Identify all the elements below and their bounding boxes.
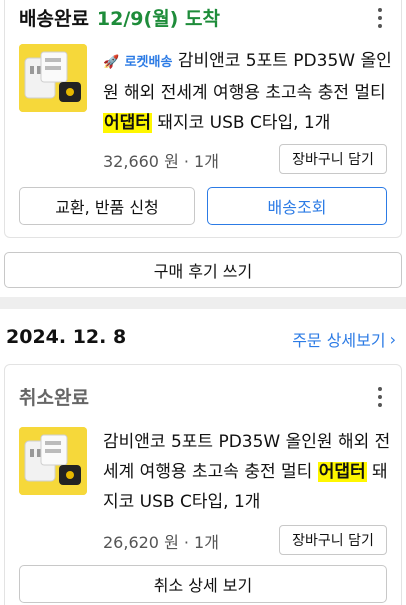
product-price: 26,620 원 · 1개 [103, 533, 219, 552]
cancel-status: 취소완료 [19, 387, 89, 409]
product-title-line3: 돼지코 USB C타입, 1개 [151, 113, 331, 133]
adapter-image [19, 427, 87, 495]
highlight-keyword: 어댑터 [103, 113, 152, 133]
rocket-icon: 🚀 [103, 55, 120, 70]
add-to-cart-button[interactable]: 장바구니 담기 [279, 144, 387, 174]
add-to-cart-button[interactable]: 장바구니 담기 [279, 525, 387, 555]
order-date: 2024. 12. 8 [6, 326, 127, 348]
delivery-status: 배송완료 [19, 8, 89, 30]
product-title[interactable]: 감비앤코 5포트 PD35W 올인원 해외 전 세계 여행용 초고속 충전 멀티… [103, 427, 390, 517]
highlight-keyword: 어댑터 [317, 462, 367, 482]
write-review-button[interactable]: 구매 후기 쓰기 [4, 252, 402, 288]
delivery-status-row: 배송완료 12/9(월) 도착 [19, 4, 220, 31]
product-thumbnail[interactable] [19, 44, 87, 112]
rocket-delivery-badge: 로켓배송 [124, 55, 173, 70]
chevron-right-icon: › [389, 329, 396, 349]
section-divider [0, 297, 406, 309]
order-card-delivered: 배송완료 12/9(월) 도착 🚀 로켓배송 감비앤코 5포트 PD35W 올인… [4, 0, 402, 238]
product-title-line1: 감비앤코 5포트 PD35W 올인원 해외 전 [103, 432, 391, 452]
product-price: 32,660 원 · 1개 [103, 152, 219, 171]
product-title-line2: 원 해외 전세계 여행용 초고속 충전 멀티 [103, 83, 386, 103]
cancel-detail-button[interactable]: 취소 상세 보기 [19, 565, 387, 603]
order-detail-label: 주문 상세보기 [292, 331, 386, 350]
product-thumbnail[interactable] [19, 427, 87, 495]
order-card-cancelled: 취소완료 감비앤코 5포트 PD35W 올인원 해외 전 세계 여행용 초고속 … [4, 364, 402, 605]
arrival-date: 12/9(월) 도착 [96, 8, 220, 30]
product-title-line3: 지코 USB C타입, 1개 [103, 492, 261, 512]
more-vertical-icon[interactable] [377, 387, 383, 407]
adapter-image [19, 44, 87, 112]
product-title-line2: 세계 여행용 초고속 충전 멀티 [103, 462, 318, 482]
order-detail-link[interactable]: 주문 상세보기 › [292, 327, 396, 351]
product-title-line1: 감비앤코 5포트 PD35W 올인 [177, 51, 392, 71]
more-vertical-icon[interactable] [377, 8, 383, 28]
exchange-return-button[interactable]: 교환, 반품 신청 [19, 187, 195, 225]
product-title-line2-end: 돼 [366, 462, 388, 482]
tracking-button[interactable]: 배송조회 [207, 187, 387, 225]
product-title[interactable]: 🚀 로켓배송 감비앤코 5포트 PD35W 올인 원 해외 전세계 여행용 초고… [103, 46, 392, 138]
cancel-status-row: 취소완료 [19, 383, 89, 410]
